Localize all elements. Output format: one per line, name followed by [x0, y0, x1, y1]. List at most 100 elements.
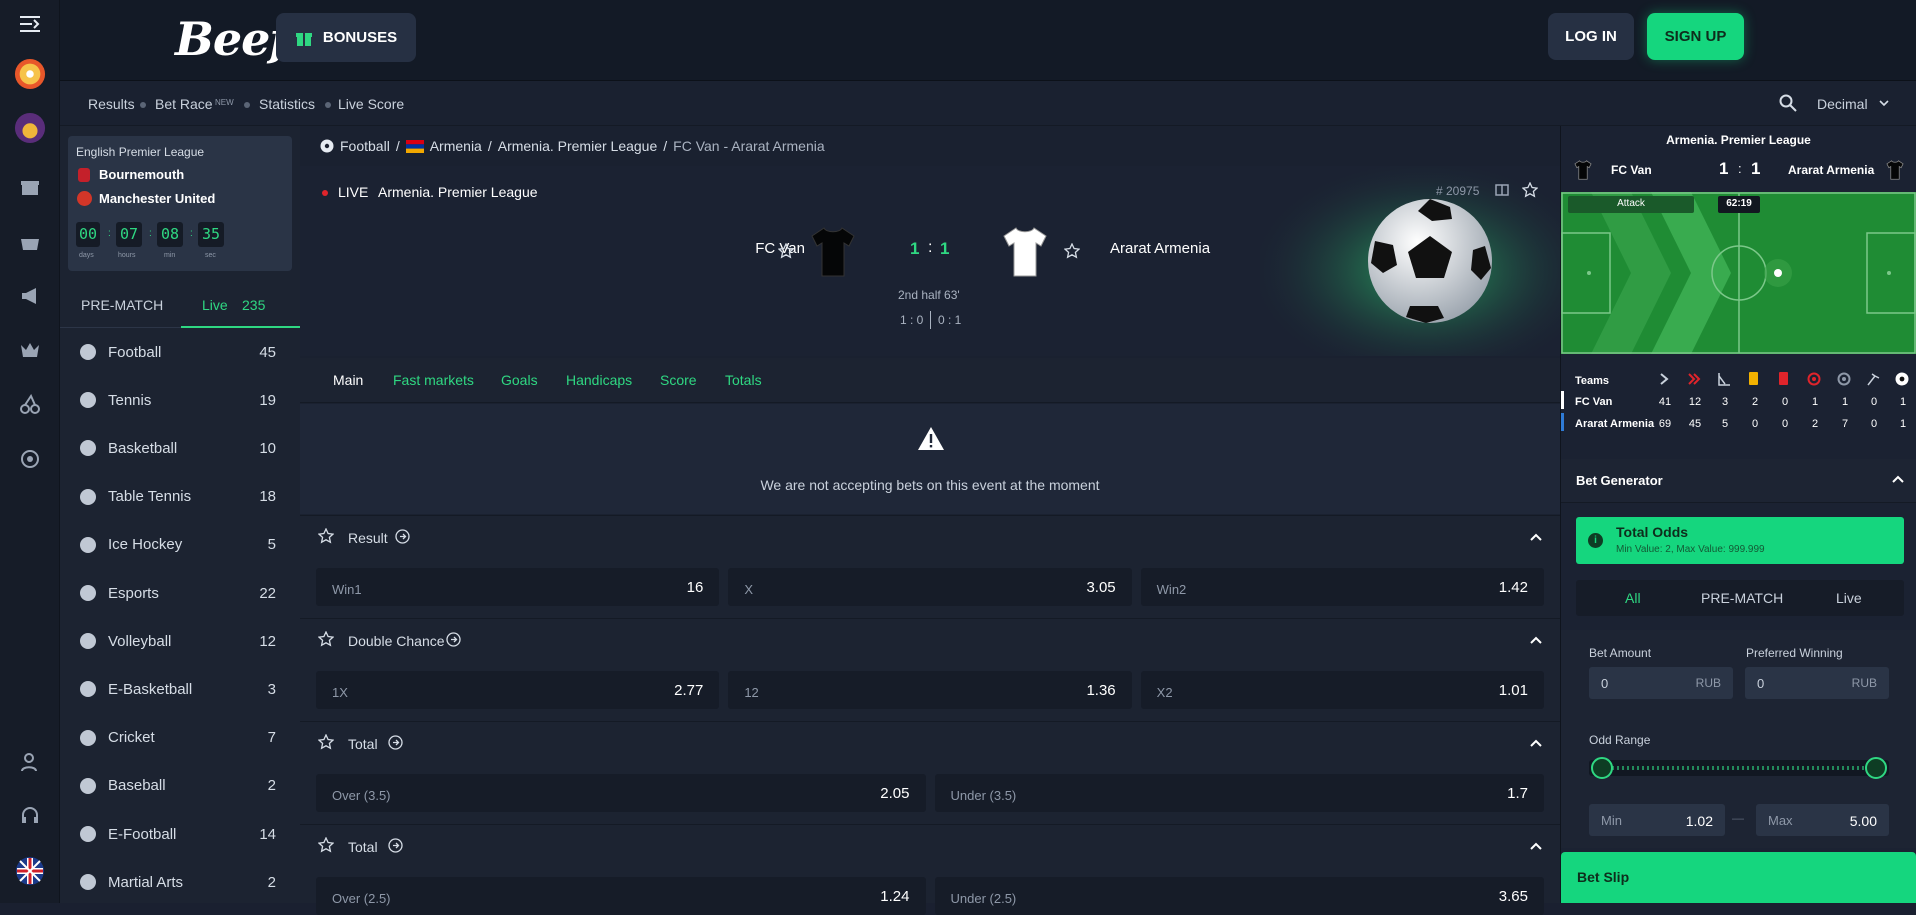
bet-generator-header[interactable]: Bet Generator [1561, 459, 1916, 503]
cherries-icon[interactable] [14, 388, 46, 420]
sidebar-item-football[interactable]: Football 45 [60, 328, 300, 376]
nav-statistics[interactable]: Statistics [259, 96, 315, 112]
favorite-away-icon[interactable] [1064, 243, 1080, 259]
tab-live[interactable]: Live 235 [181, 283, 301, 328]
odds-button[interactable]: Over (3.5) 2.05 [316, 774, 926, 812]
breadcrumb-country[interactable]: Armenia [430, 138, 482, 154]
tab-prematch[interactable]: PRE-MATCH [81, 297, 163, 313]
breadcrumb-sport[interactable]: Football [340, 138, 390, 154]
tab-goals[interactable]: Goals [501, 372, 538, 388]
market-header[interactable]: Total [300, 722, 1560, 766]
sidebar-item-ice-hockey[interactable]: Ice Hockey 5 [60, 521, 300, 569]
chevron-up-icon[interactable] [1530, 636, 1542, 644]
favorite-market-icon[interactable] [318, 528, 334, 544]
sidebar-item-e-football[interactable]: E-Football 14 [60, 810, 300, 858]
slider-min-handle[interactable] [1591, 757, 1613, 779]
user-add-icon[interactable] [14, 746, 46, 778]
match-stats-table: Teams FC Van 41 12 3 2 0 1 1 0 1 Ararat Armenia 69 4… [1561, 366, 1916, 446]
sidebar-item-tennis[interactable]: Tennis 19 [60, 376, 300, 424]
chevron-up-icon[interactable] [1892, 475, 1904, 483]
market-info-icon[interactable] [388, 735, 403, 750]
tab-main[interactable]: Main [333, 372, 363, 388]
sidebar-item-table-tennis[interactable]: Table Tennis 18 [60, 473, 300, 521]
slider-max-handle[interactable] [1865, 757, 1887, 779]
breadcrumb-league[interactable]: Armenia. Premier League [498, 138, 658, 154]
odds-button[interactable]: X2 1.01 [1140, 671, 1544, 709]
odds-button[interactable]: Win1 16 [316, 568, 720, 606]
signup-button[interactable]: SIGN UP [1647, 13, 1744, 60]
login-button[interactable]: LOG IN [1548, 13, 1634, 60]
sidebar-item-cricket[interactable]: Cricket 7 [60, 714, 300, 762]
nav-results[interactable]: Results [88, 96, 135, 112]
menu-collapse-icon[interactable] [14, 8, 46, 40]
chevron-up-icon[interactable] [1530, 842, 1542, 850]
bet-amount-input[interactable]: 0 RUB [1589, 667, 1733, 699]
countdown-separator: : [190, 228, 193, 239]
uk-flag-icon[interactable] [14, 855, 46, 887]
basket-icon[interactable] [14, 226, 46, 258]
min-odds-input[interactable]: Min 1.02 [1589, 804, 1725, 836]
max-odds-input[interactable]: Max 5.00 [1756, 804, 1889, 836]
odd-range-slider[interactable] [1589, 757, 1889, 779]
nav-bet-race[interactable]: Bet Race [155, 96, 213, 112]
lucky-coin-icon[interactable] [14, 112, 46, 144]
sidebar-item-e-basketball[interactable]: E-Basketball 3 [60, 665, 300, 713]
odds-button[interactable]: Over (2.5) 1.24 [316, 877, 926, 915]
gift-icon[interactable] [14, 171, 46, 203]
odds-format-select[interactable]: Decimal [1817, 96, 1868, 112]
market-info-icon[interactable] [395, 529, 410, 544]
brand-logo[interactable]: Beef [175, 12, 289, 66]
sidebar-item-basketball[interactable]: Basketball 10 [60, 424, 300, 472]
sidebar-item-volleyball[interactable]: Volleyball 12 [60, 617, 300, 665]
chevron-down-icon[interactable] [1879, 100, 1889, 107]
market-total: Total Over (2.5) 1.24 Under (2.5) 3.65 [300, 824, 1560, 915]
featured-match-card[interactable]: English Premier League Bournemouth Manch… [68, 136, 292, 271]
support-headset-icon[interactable] [14, 800, 46, 832]
match-clock-box: 62:19 [1718, 196, 1760, 213]
home-team-marker [1561, 391, 1564, 409]
search-icon[interactable] [1779, 94, 1797, 112]
bg-tab-all[interactable]: All [1625, 590, 1641, 606]
min-label: Min [1601, 813, 1622, 828]
wheel-of-fortune-icon[interactable] [14, 58, 46, 90]
preferred-winning-input[interactable]: 0 RUB [1745, 667, 1889, 699]
bg-tab-prematch[interactable]: PRE-MATCH [1701, 590, 1783, 606]
bonuses-button[interactable]: BONUSES [276, 13, 416, 62]
stats-value: 41 [1658, 396, 1672, 408]
market-info-icon[interactable] [388, 838, 403, 853]
bg-tab-live[interactable]: Live [1836, 590, 1862, 606]
favorite-event-icon[interactable] [1522, 182, 1538, 198]
sidebar-item-baseball[interactable]: Baseball 2 [60, 762, 300, 810]
market-header[interactable]: Result [300, 516, 1560, 560]
favorite-market-icon[interactable] [318, 837, 334, 853]
sidebar-item-martial-arts[interactable]: Martial Arts 2 [60, 858, 300, 906]
chevron-up-icon[interactable] [1530, 739, 1542, 747]
odds-button[interactable]: 1X 2.77 [316, 671, 720, 709]
tab-fast-markets[interactable]: Fast markets [393, 372, 474, 388]
tab-totals[interactable]: Totals [725, 372, 762, 388]
market-info-icon[interactable] [446, 632, 461, 647]
market-header[interactable]: Total [300, 825, 1560, 869]
stats-board-icon[interactable] [1495, 184, 1509, 196]
live-sports-icon[interactable] [14, 443, 46, 475]
bet-amount-value: 0 [1601, 676, 1609, 691]
stats-value: 5 [1721, 418, 1729, 430]
tab-score[interactable]: Score [660, 372, 697, 388]
favorite-home-icon[interactable] [778, 243, 794, 259]
odds-button[interactable]: Under (3.5) 1.7 [934, 774, 1544, 812]
market-header[interactable]: Double Chance [300, 619, 1560, 663]
odds-button[interactable]: 12 1.36 [728, 671, 1132, 709]
tab-handicaps[interactable]: Handicaps [566, 372, 632, 388]
chevron-up-icon[interactable] [1530, 533, 1542, 541]
megaphone-icon[interactable] [14, 280, 46, 312]
nav-live-score[interactable]: Live Score [338, 96, 404, 112]
odds-button[interactable]: X 3.05 [728, 568, 1132, 606]
bet-slip-bar[interactable]: Bet Slip [1561, 852, 1916, 903]
odds-button[interactable]: Under (2.5) 3.65 [934, 877, 1544, 915]
sidebar-item-esports[interactable]: Esports 22 [60, 569, 300, 617]
event-id: # 20975 [1436, 184, 1480, 198]
favorite-market-icon[interactable] [318, 631, 334, 647]
odds-button[interactable]: Win2 1.42 [1140, 568, 1544, 606]
crown-icon[interactable] [14, 334, 46, 366]
favorite-market-icon[interactable] [318, 734, 334, 750]
